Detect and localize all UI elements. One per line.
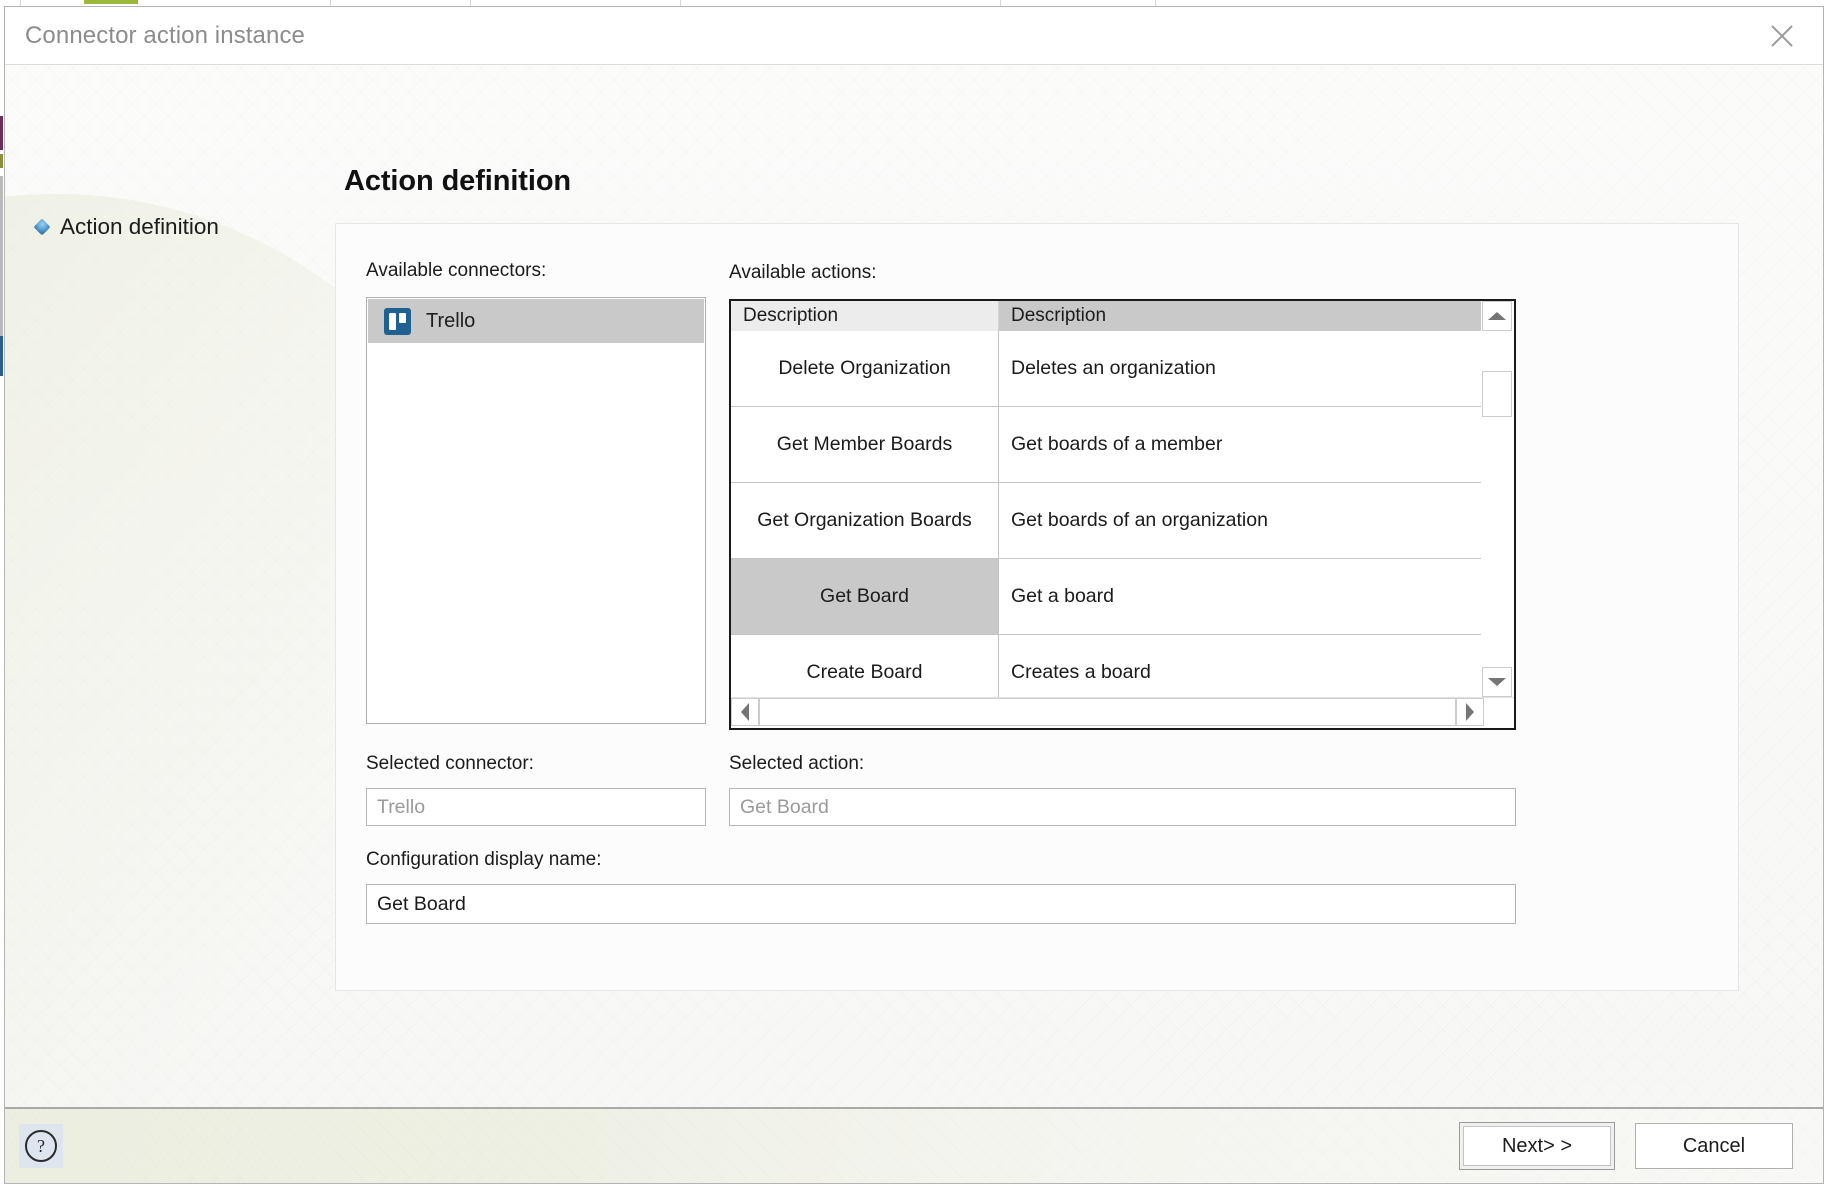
table-row-selected[interactable]: Get Board Get a board (731, 559, 1481, 635)
trello-icon (384, 307, 411, 335)
cell-action-description: Deletes an organization (1011, 357, 1216, 379)
scroll-up-button[interactable] (1482, 301, 1512, 331)
cell-action-name: Get Member Boards (731, 407, 999, 482)
main-content: Action definition Available connectors: … (335, 65, 1823, 1107)
configuration-display-name-label: Configuration display name: (366, 849, 602, 870)
cell-action-description: Get boards of an organization (1011, 509, 1268, 531)
table-row[interactable]: Create Board Creates a board (731, 635, 1481, 697)
list-item-trello[interactable]: Trello (368, 299, 704, 343)
cell-action-name: Create Board (731, 635, 999, 697)
next-button[interactable]: Next> > (1459, 1122, 1615, 1170)
dialog-titlebar: Connector action instance (5, 7, 1823, 65)
available-actions-group: Available actions: Description Descripti… (729, 262, 1516, 730)
horizontal-scroll-track[interactable] (759, 698, 1456, 728)
next-button-label: Next> > (1463, 1126, 1611, 1166)
configuration-display-name-input[interactable]: Get Board (366, 884, 1516, 924)
table-row[interactable]: Get Member Boards Get boards of a member (731, 407, 1481, 483)
column-header-description[interactable]: Description (999, 301, 1481, 331)
cell-action-description: Get boards of a member (1011, 433, 1223, 455)
actions-grid-vertical-scrollbar[interactable] (1481, 301, 1514, 697)
table-row[interactable]: Delete Organization Deletes an organizat… (731, 331, 1481, 407)
actions-grid-table: Description Description Delete Organizat… (731, 301, 1481, 697)
action-definition-panel: Available connectors: Trello Available a… (335, 223, 1739, 991)
triangle-down-icon (1488, 678, 1506, 686)
cell-action-description: Creates a board (1011, 661, 1151, 683)
dialog-title: Connector action instance (25, 21, 305, 49)
cell-action-name: Get Board (731, 559, 999, 634)
actions-grid-main: Description Description Delete Organizat… (731, 301, 1514, 697)
cell-action-name: Get Organization Boards (731, 483, 999, 558)
sidebar-item-label: Action definition (60, 214, 219, 239)
cell-action-name: Delete Organization (731, 331, 999, 406)
selected-action-group: Selected action: Get Board (729, 753, 1516, 826)
triangle-right-icon (1466, 703, 1474, 721)
selected-action-label: Selected action: (729, 753, 865, 774)
selected-connector-group: Selected connector: Trello (366, 753, 706, 826)
scroll-left-button[interactable] (731, 698, 759, 726)
footer-buttons: Next> > Cancel (1459, 1122, 1793, 1170)
dialog-footer: ? Next> > Cancel (5, 1107, 1823, 1183)
cancel-button[interactable]: Cancel (1635, 1123, 1793, 1169)
horizontal-scroll-thumb[interactable] (759, 698, 1456, 726)
scroll-down-button[interactable] (1482, 667, 1512, 697)
vertical-scroll-track[interactable] (1482, 331, 1514, 667)
available-actions-label: Available actions: (729, 262, 877, 283)
actions-grid: Description Description Delete Organizat… (729, 299, 1516, 730)
page-title: Action definition (344, 165, 572, 197)
triangle-left-icon (741, 703, 749, 721)
available-connectors-label: Available connectors: (366, 260, 547, 281)
diamond-bullet-icon (33, 218, 51, 236)
selected-action-field[interactable]: Get Board (729, 788, 1516, 826)
list-item-label: Trello (426, 309, 476, 332)
wizard-step-sidebar: Action definition (5, 65, 335, 1107)
available-connectors-group: Available connectors: Trello (366, 260, 706, 724)
close-icon[interactable] (1755, 16, 1809, 56)
connectors-listbox[interactable]: Trello (366, 297, 706, 724)
cell-action-description: Get a board (1011, 585, 1114, 607)
configuration-display-name-group: Configuration display name: Get Board (366, 849, 1516, 924)
selected-connector-field[interactable]: Trello (366, 788, 706, 826)
vertical-scroll-thumb[interactable] (1482, 371, 1512, 417)
dialog-body: Action definition Action definition Avai… (5, 65, 1823, 1107)
table-row[interactable]: Get Organization Boards Get boards of an… (731, 483, 1481, 559)
connector-action-instance-dialog: Connector action instance Action definit… (4, 6, 1824, 1184)
bg-tick-highlight (84, 0, 138, 4)
help-question-icon[interactable]: ? (19, 1124, 63, 1168)
sidebar-item-action-definition[interactable]: Action definition (5, 213, 335, 241)
column-header-name[interactable]: Description (731, 301, 999, 331)
actions-grid-horizontal-scrollbar[interactable] (731, 697, 1514, 728)
selected-connector-label: Selected connector: (366, 753, 534, 774)
scroll-right-button[interactable] (1456, 698, 1484, 726)
triangle-up-icon (1488, 312, 1506, 320)
actions-grid-rows: Delete Organization Deletes an organizat… (731, 331, 1481, 697)
help-glyph: ? (25, 1130, 57, 1162)
scrollbar-corner (1484, 698, 1514, 728)
actions-grid-header: Description Description (731, 301, 1481, 331)
